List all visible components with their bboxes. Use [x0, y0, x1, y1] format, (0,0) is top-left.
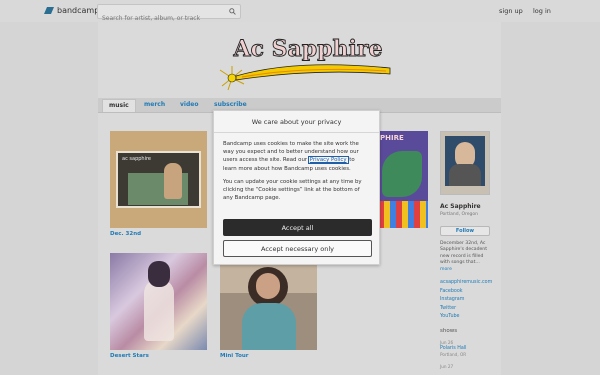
- privacy-policy-link[interactable]: Privacy Policy: [307, 156, 349, 165]
- dialog-paragraph-settings: You can update your cookie settings at a…: [223, 178, 362, 202]
- dialog-body: Bandcamp uses cookies to make the site w…: [214, 133, 379, 202]
- accept-all-button[interactable]: Accept all: [223, 219, 372, 236]
- accept-necessary-button[interactable]: Accept necessary only: [223, 240, 372, 257]
- cookie-consent-dialog: We care about your privacy Bandcamp uses…: [213, 110, 380, 265]
- dialog-paragraph: Bandcamp uses cookies to make the site w…: [223, 140, 370, 173]
- dialog-title: We care about your privacy: [214, 111, 379, 133]
